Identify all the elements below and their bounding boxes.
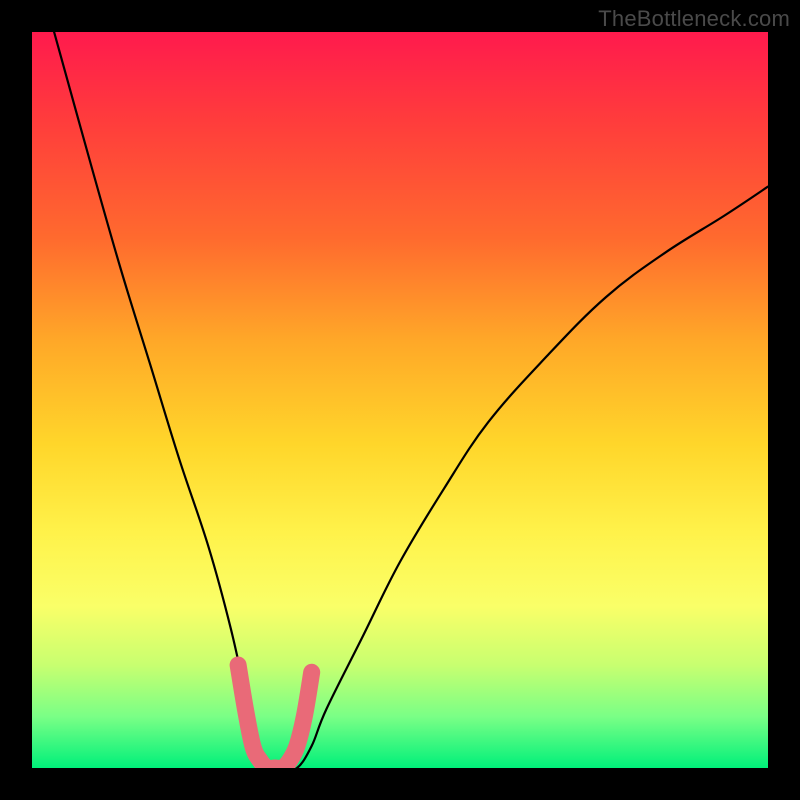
chart-frame: TheBottleneck.com	[0, 0, 800, 800]
plot-area	[32, 32, 768, 768]
highlight-curve	[238, 665, 312, 768]
curve-svg	[32, 32, 768, 768]
watermark-text: TheBottleneck.com	[598, 6, 790, 32]
main-curve	[54, 32, 768, 768]
